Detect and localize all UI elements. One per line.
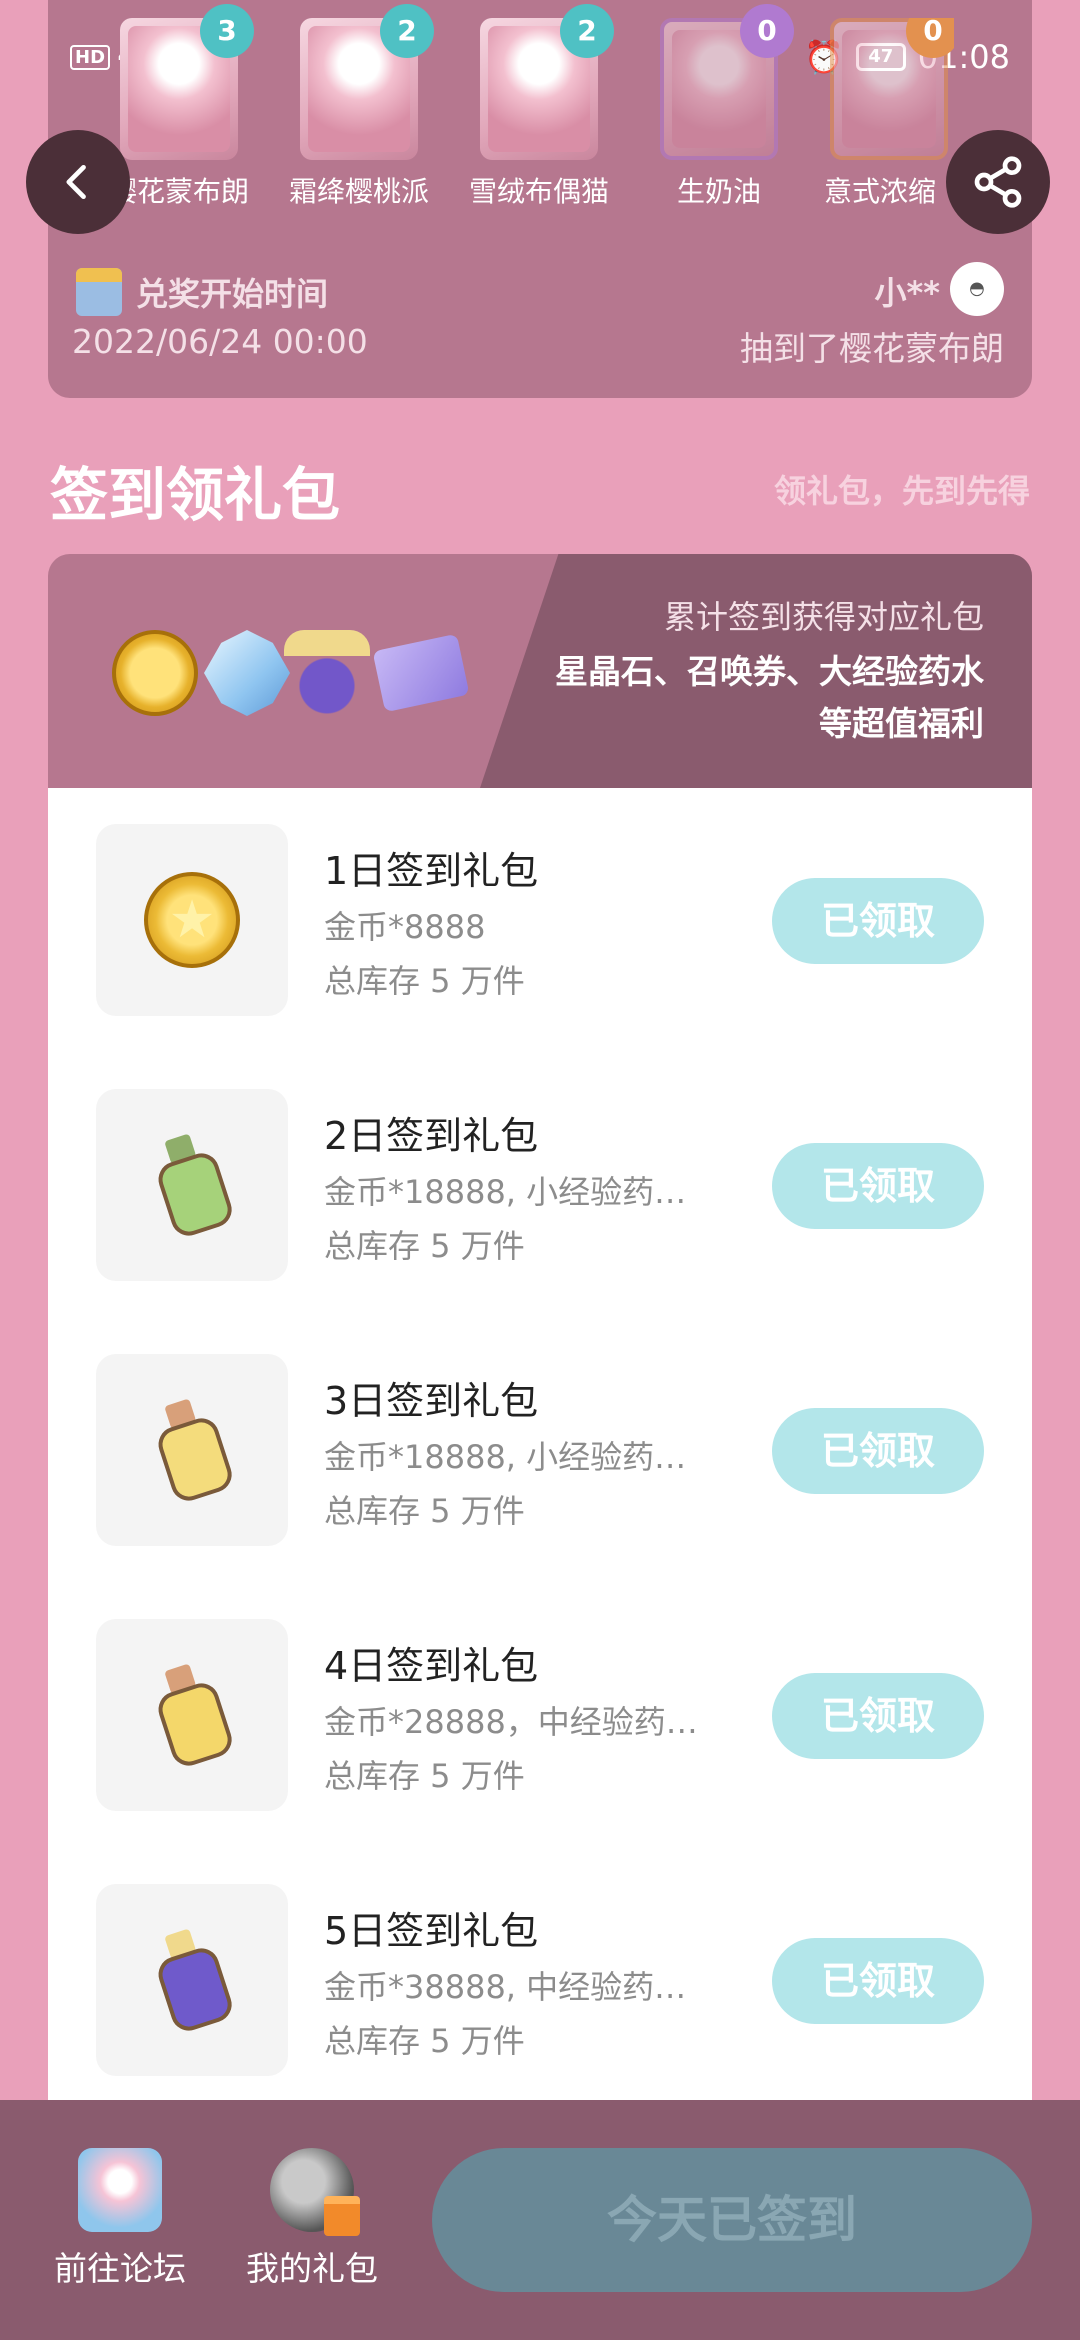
my-gifts-label: 我的礼包 bbox=[246, 2249, 378, 2288]
reward-description: 金币*18888, 小经验药… bbox=[324, 1438, 687, 1476]
purple-potion-icon bbox=[143, 1922, 240, 2039]
reward-stock: 总库存 5 万件 bbox=[324, 1227, 525, 1265]
reward-description: 金币*38888, 中经验药… bbox=[324, 1968, 687, 2006]
claimed-button[interactable]: 已领取 bbox=[772, 1143, 984, 1229]
prize-count-badge: 3 bbox=[200, 4, 254, 58]
reward-thumbnail bbox=[96, 1619, 288, 1811]
yellow-potion-icon bbox=[143, 1392, 240, 1509]
share-button[interactable] bbox=[946, 130, 1050, 234]
redeem-label-text: 兑奖开始时间 bbox=[136, 275, 329, 313]
prize-name: 雪绒布偶猫 bbox=[468, 175, 609, 208]
reward-description: 金币*18888, 小经验药… bbox=[324, 1173, 687, 1211]
section-subtitle: 领礼包，先到先得 bbox=[773, 472, 1030, 510]
checkin-banner: 累计签到获得对应礼包 星晶石、召唤券、大经验药水等超值福利 bbox=[48, 554, 1032, 788]
my-gifts-link[interactable]: 我的礼包 bbox=[242, 2148, 382, 2290]
list-item: 1日签到礼包 金币*8888 总库存 5 万件 已领取 bbox=[48, 788, 1032, 1053]
list-item: 5日签到礼包 金币*38888, 中经验药… 总库存 5 万件 已领取 bbox=[48, 1848, 1032, 2113]
prize-card: 3 bbox=[120, 4, 254, 160]
prize-item[interactable]: 0 意式浓缩 bbox=[824, 18, 954, 210]
gold-coin-icon bbox=[144, 872, 240, 968]
reward-thumbnail bbox=[96, 1354, 288, 1546]
star-crystal-icon bbox=[204, 630, 290, 716]
prize-name: 霜绛樱桃派 bbox=[288, 175, 429, 208]
forum-link[interactable]: 前往论坛 bbox=[50, 2148, 190, 2290]
gift-icon bbox=[270, 2148, 360, 2236]
reward-list: 1日签到礼包 金币*8888 总库存 5 万件 已领取 2日签到礼包 金币*18… bbox=[48, 788, 1032, 2100]
chevron-left-icon bbox=[66, 164, 86, 200]
prize-item[interactable]: 2 霜绛樱桃派 bbox=[284, 4, 434, 210]
reward-stock: 总库存 5 万件 bbox=[324, 1492, 525, 1530]
section-title: 签到领礼包 bbox=[50, 461, 341, 529]
bottom-bar: 前往论坛 我的礼包 今天已签到 bbox=[0, 2100, 1080, 2340]
list-item: 4日签到礼包 金币*28888，中经验药… 总库存 5 万件 已领取 bbox=[48, 1583, 1032, 1848]
purple-potion-icon bbox=[284, 630, 370, 716]
gold-coin-icon bbox=[112, 630, 198, 716]
redeem-start-label: 兑奖开始时间 bbox=[76, 268, 328, 316]
prize-count-badge: 2 bbox=[380, 4, 434, 58]
reward-stock: 总库存 5 万件 bbox=[324, 962, 525, 1000]
prize-count-badge: 0 bbox=[740, 4, 794, 58]
reward-stock: 总库存 5 万件 bbox=[324, 2022, 525, 2060]
claimed-button[interactable]: 已领取 bbox=[772, 1408, 984, 1494]
prize-card: 2 bbox=[480, 4, 614, 160]
claimed-button[interactable]: 已领取 bbox=[772, 878, 984, 964]
prize-count-badge: 2 bbox=[560, 4, 614, 58]
green-potion-icon bbox=[143, 1127, 240, 1244]
reward-title: 4日签到礼包 bbox=[324, 1644, 539, 1688]
forum-label: 前往论坛 bbox=[54, 2249, 186, 2288]
redeem-date: 2022/06/24 00:00 bbox=[72, 322, 368, 361]
reward-thumbnail bbox=[96, 1089, 288, 1281]
winner-name: 小** bbox=[874, 274, 940, 312]
prize-name: 意式浓缩 bbox=[824, 175, 937, 208]
reward-title: 3日签到礼包 bbox=[324, 1379, 539, 1423]
signed-today-button[interactable]: 今天已签到 bbox=[432, 2148, 1032, 2292]
list-item: 2日签到礼包 金币*18888, 小经验药… 总库存 5 万件 已领取 bbox=[48, 1053, 1032, 1318]
winner-message: 抽到了樱花蒙布朗 bbox=[740, 329, 1004, 368]
banner-highlight: 星晶石、召唤券、大经验药水等超值福利 bbox=[555, 652, 984, 743]
prize-item[interactable]: 2 雪绒布偶猫 bbox=[464, 4, 614, 210]
claimed-button[interactable]: 已领取 bbox=[772, 1938, 984, 2024]
share-icon bbox=[974, 156, 1022, 208]
reward-thumbnail bbox=[96, 824, 288, 1016]
reward-description: 金币*28888，中经验药… bbox=[324, 1703, 698, 1741]
forum-icon bbox=[78, 2148, 162, 2232]
summon-ticket-icon bbox=[372, 633, 470, 713]
back-button[interactable] bbox=[26, 130, 130, 234]
prize-card: 2 bbox=[300, 4, 434, 160]
calendar-icon bbox=[76, 268, 122, 316]
list-item: 3日签到礼包 金币*18888, 小经验药… 总库存 5 万件 已领取 bbox=[48, 1318, 1032, 1583]
yellow-potion-icon bbox=[143, 1657, 240, 1774]
reward-description: 金币*8888 bbox=[324, 908, 486, 946]
reward-stock: 总库存 5 万件 bbox=[324, 1757, 525, 1795]
reward-title: 5日签到礼包 bbox=[324, 1909, 539, 1953]
reward-title: 2日签到礼包 bbox=[324, 1114, 539, 1158]
prize-item[interactable]: 0 生奶油 bbox=[644, 4, 794, 210]
prize-name: 生奶油 bbox=[676, 175, 761, 208]
banner-text: 累计签到获得对应礼包 bbox=[663, 598, 984, 636]
winner-avatar: ◓ bbox=[950, 262, 1004, 316]
claimed-button[interactable]: 已领取 bbox=[772, 1673, 984, 1759]
reward-title: 1日签到礼包 bbox=[324, 849, 539, 893]
reward-thumbnail bbox=[96, 1884, 288, 2076]
